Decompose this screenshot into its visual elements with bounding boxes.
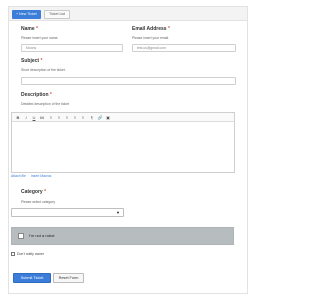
- required-marker: *: [40, 58, 43, 64]
- description-label: Description *: [21, 92, 52, 98]
- tab-new-ticket[interactable]: + New Ticket: [12, 10, 41, 19]
- category-hint: Please select category: [21, 200, 56, 204]
- align-left-icon[interactable]: ≡: [48, 114, 54, 121]
- description-hint: Detailed description of the ticket: [21, 102, 70, 106]
- notify-label: Don't notify owner: [17, 252, 45, 256]
- tab-ticket-list[interactable]: Ticket List: [44, 10, 71, 19]
- category-label: Category *: [21, 189, 47, 195]
- attach-file-link[interactable]: Attach file: [11, 174, 26, 178]
- captcha-widget: I'm not a robot: [11, 227, 234, 245]
- name-input[interactable]: Moons: [21, 44, 123, 52]
- submit-ticket-button[interactable]: Submit Ticket: [13, 273, 51, 283]
- category-select[interactable]: ▼: [11, 208, 124, 217]
- insert-macros-link[interactable]: Insert Macros: [31, 174, 52, 178]
- captcha-checkbox[interactable]: [18, 233, 24, 239]
- quote-icon[interactable]: 66: [39, 114, 45, 121]
- required-marker: *: [44, 189, 47, 195]
- underline-icon[interactable]: U: [31, 114, 37, 121]
- captcha-label: I'm not a robot: [29, 233, 55, 238]
- subject-hint: Short description of the ticket.: [21, 68, 66, 72]
- description-editor[interactable]: B I U 66 ≡ ≡ ≡ ≡ ≡ ¶ 🔗 ▣: [11, 112, 235, 173]
- align-center-icon[interactable]: ≡: [56, 114, 62, 121]
- subject-input[interactable]: [21, 77, 236, 85]
- editor-toolbar: B I U 66 ≡ ≡ ≡ ≡ ≡ ¶ 🔗 ▣: [12, 113, 234, 122]
- email-input[interactable]: test.us@gmail.com: [132, 44, 236, 52]
- paragraph-icon[interactable]: ¶: [89, 114, 95, 121]
- required-marker: *: [167, 26, 170, 32]
- image-icon[interactable]: ▣: [105, 114, 111, 121]
- bold-icon[interactable]: B: [15, 114, 21, 121]
- ordered-list-icon[interactable]: ≡: [72, 114, 78, 121]
- name-hint: Please insert your name.: [21, 36, 59, 40]
- unordered-list-icon[interactable]: ≡: [80, 114, 86, 121]
- align-right-icon[interactable]: ≡: [64, 114, 70, 121]
- name-label: Name *: [21, 26, 38, 32]
- editor-links: Attach file Insert Macros: [11, 174, 55, 178]
- notify-option: Don't notify owner: [11, 252, 45, 257]
- email-hint: Please insert your email.: [132, 36, 170, 40]
- notify-checkbox[interactable]: [11, 252, 15, 257]
- link-icon[interactable]: 🔗: [97, 114, 103, 121]
- subject-label: Subject *: [21, 58, 43, 64]
- tab-bar: + New Ticket Ticket List: [9, 7, 247, 21]
- required-marker: *: [49, 92, 52, 98]
- chevron-down-icon: ▼: [116, 210, 120, 215]
- italic-icon[interactable]: I: [23, 114, 29, 121]
- required-marker: *: [36, 26, 38, 32]
- email-label: Email Address *: [132, 26, 170, 32]
- reset-form-button[interactable]: Reset Form: [53, 273, 84, 283]
